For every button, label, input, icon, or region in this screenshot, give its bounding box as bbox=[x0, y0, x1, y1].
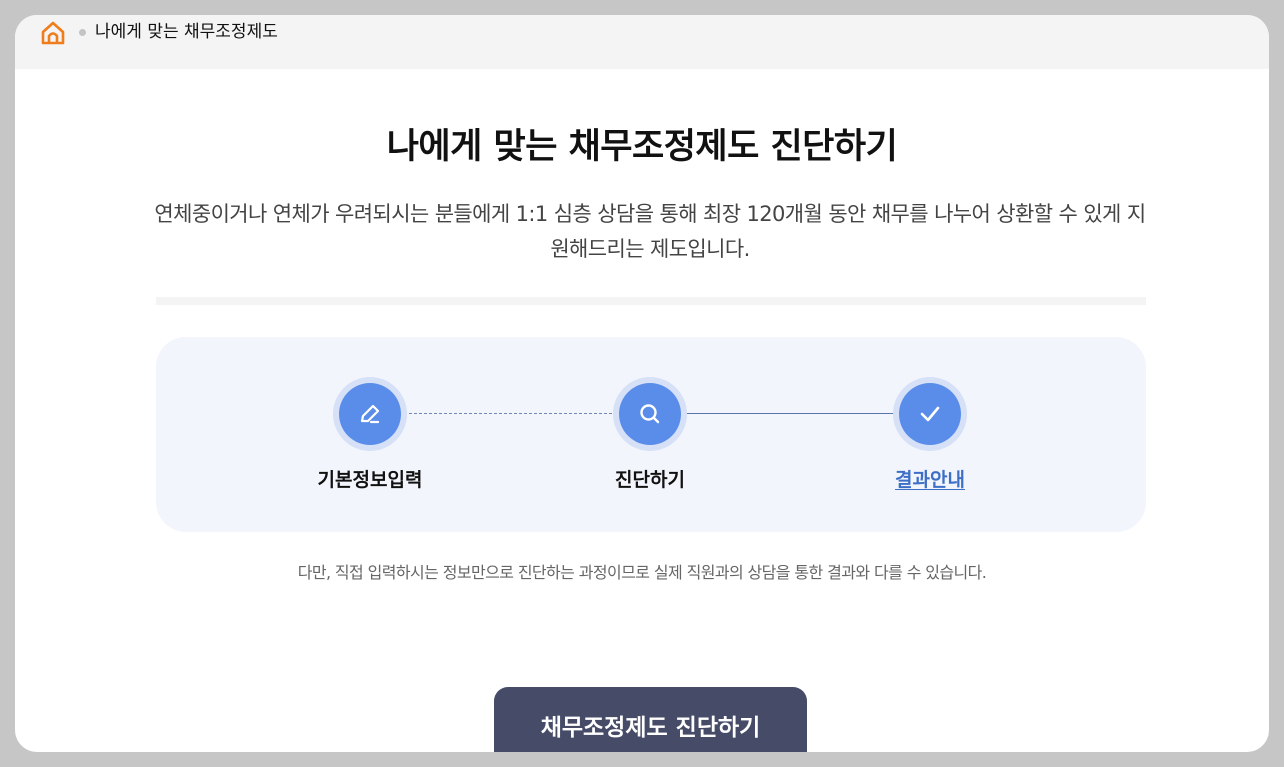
step-1-circle bbox=[333, 377, 407, 451]
diagnose-button-label: 채무조정제도 진단하기 bbox=[540, 715, 761, 741]
check-icon bbox=[920, 406, 940, 422]
step-2-label: 진단하기 bbox=[615, 469, 685, 491]
step-3-circle bbox=[893, 377, 967, 451]
modal-card: 나에게 맞는 채무조정제도 나에게 맞는 채무조정제도 진단하기 연체중이거나 … bbox=[15, 15, 1269, 752]
step-2-circle bbox=[613, 377, 687, 451]
breadcrumb-current: 나에게 맞는 채무조정제도 bbox=[95, 22, 278, 42]
notice-text: 다만, 직접 입력하시는 정보만으로 진단하는 과정이므로 실제 직원과의 상담… bbox=[297, 563, 987, 582]
breadcrumb-separator-icon bbox=[79, 29, 86, 36]
step-3-label-link[interactable]: 결과안내 bbox=[850, 467, 1010, 493]
step-connector-2 bbox=[684, 413, 894, 414]
step-connector-1 bbox=[404, 413, 612, 414]
divider bbox=[156, 297, 1146, 305]
page-title: 나에게 맞는 채무조정제도 진단하기 bbox=[386, 127, 898, 167]
breadcrumb: 나에게 맞는 채무조정제도 bbox=[15, 15, 1269, 69]
pencil-icon bbox=[360, 404, 380, 424]
backdrop-bottom bbox=[0, 752, 1284, 767]
search-icon bbox=[640, 404, 660, 424]
page-description: 연체중이거나 연체가 우려되시는 분들에게 1:1 심층 상담을 통해 최장 1… bbox=[154, 202, 1146, 261]
home-icon[interactable] bbox=[39, 19, 67, 47]
steps-panel: 기본정보입력 진단하기 결과안내 bbox=[156, 337, 1146, 532]
diagnose-button[interactable]: 채무조정제도 진단하기 bbox=[494, 687, 807, 752]
step-1-label: 기본정보입력 bbox=[317, 469, 423, 491]
